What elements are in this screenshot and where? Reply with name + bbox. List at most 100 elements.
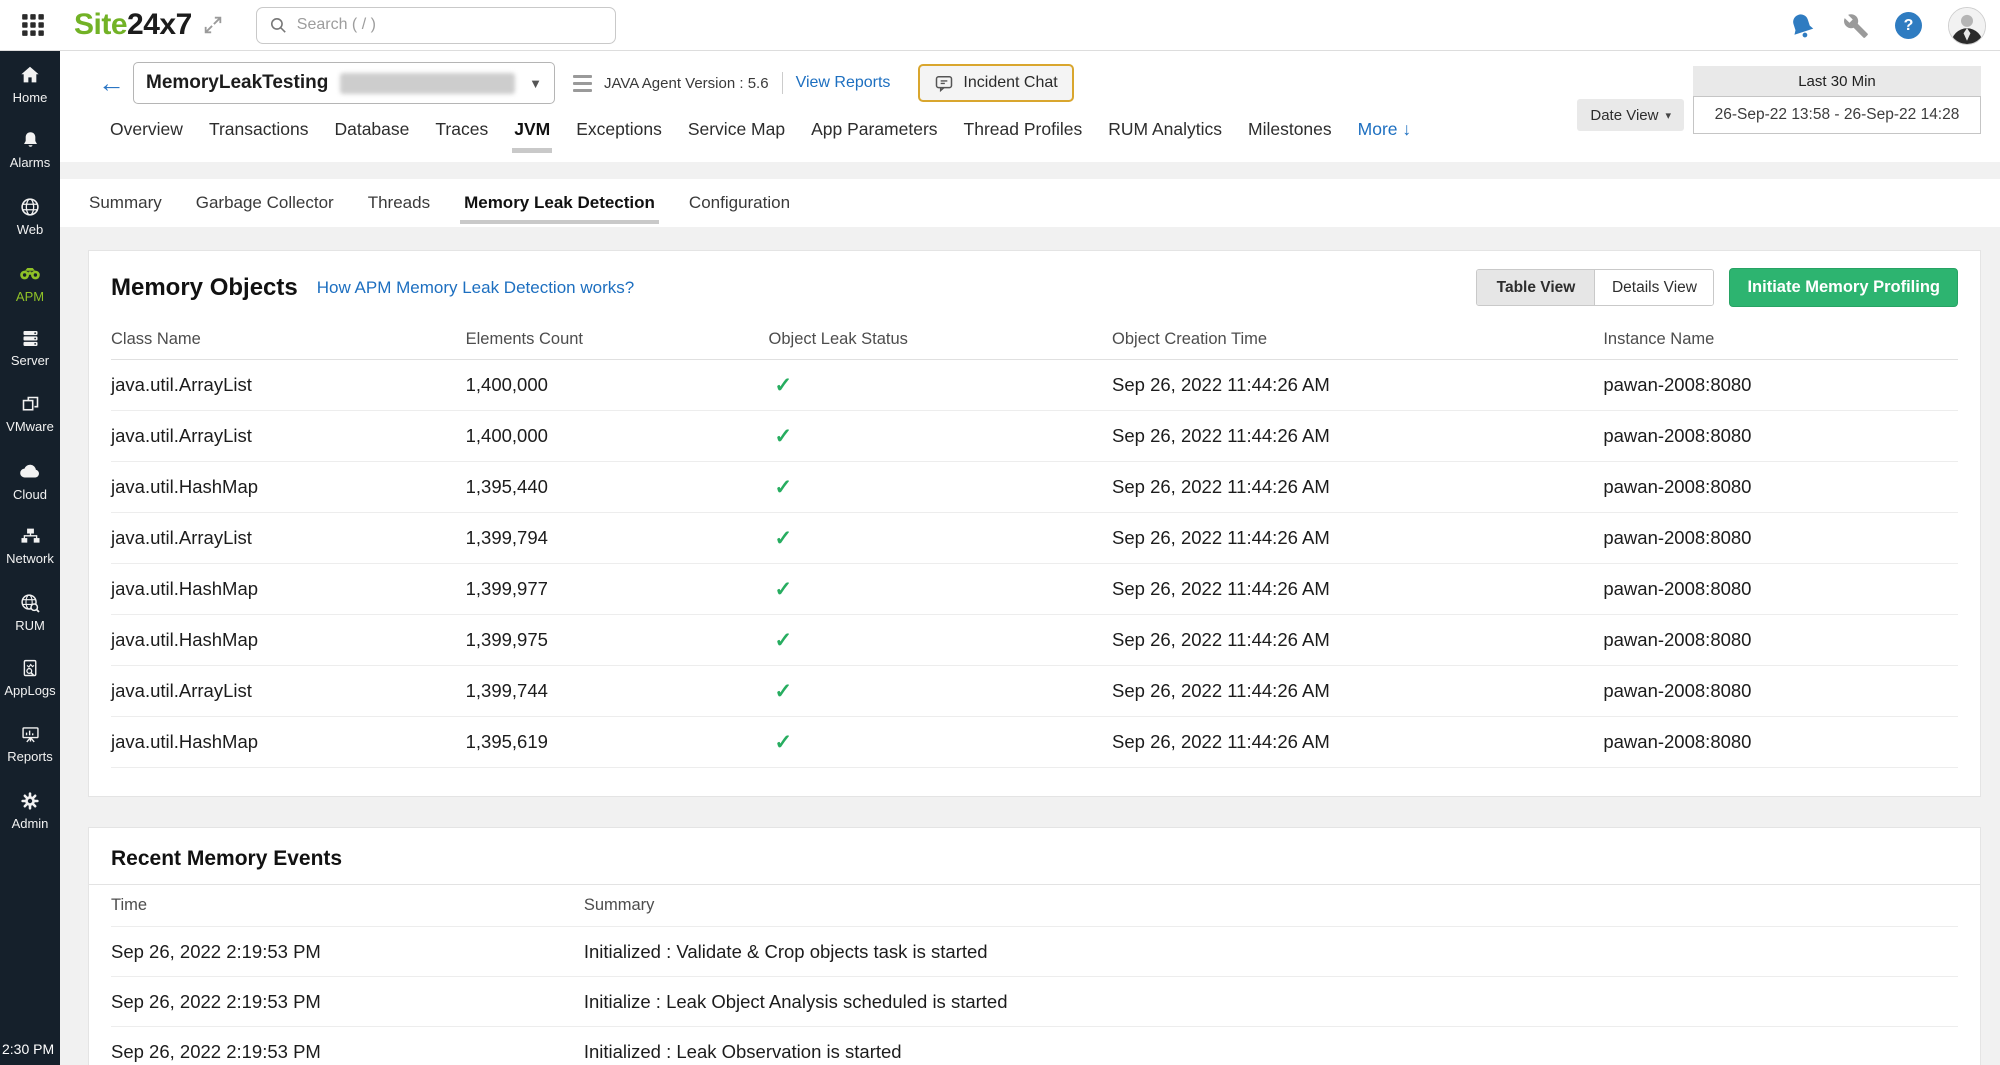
sidebar-item-label: Server <box>11 353 49 368</box>
sidebar-item-server[interactable]: Server <box>0 315 60 381</box>
monitor-select-dropdown[interactable]: MemoryLeakTesting ▼ <box>133 62 555 104</box>
memory-objects-title: Memory Objects <box>111 274 298 302</box>
expand-icon[interactable] <box>202 14 224 36</box>
site24x7-logo[interactable]: Site24x7 <box>74 8 192 42</box>
date-view-button[interactable]: Date View ▾ <box>1577 99 1684 131</box>
sidebar-item-web[interactable]: Web <box>0 183 60 249</box>
column-elements-count: Elements Count <box>466 330 769 349</box>
user-avatar[interactable] <box>1948 7 1986 45</box>
cloud-icon <box>18 459 42 483</box>
tab[interactable]: Traces <box>435 119 488 140</box>
instance-name-cell: pawan-2008:8080 <box>1603 425 1958 447</box>
sidebar-item-rum[interactable]: RUM <box>0 579 60 645</box>
sidebar-item-label: Reports <box>7 749 53 764</box>
event-row: Sep 26, 2022 2:19:53 PM Initialize : Lea… <box>111 977 1958 1027</box>
subtab[interactable]: Configuration <box>689 193 790 213</box>
tab[interactable]: Exceptions <box>576 119 662 140</box>
class-name-cell: java.util.HashMap <box>111 578 466 600</box>
table-row[interactable]: java.util.ArrayList 1,400,000 Sep 26, 20… <box>111 411 1958 462</box>
table-row[interactable]: java.util.HashMap 1,399,975 Sep 26, 2022… <box>111 615 1958 666</box>
sidebar-item-label: AppLogs <box>4 683 55 698</box>
details-view-toggle[interactable]: Details View <box>1595 270 1713 305</box>
search-input[interactable] <box>297 16 603 34</box>
tab[interactable]: App Parameters <box>811 119 937 140</box>
tab[interactable]: Overview <box>110 119 183 140</box>
alarm-bell-icon <box>20 130 41 151</box>
sidebar-item-label: APM <box>16 289 44 304</box>
sidebar-item-vmware[interactable]: VMware <box>0 381 60 447</box>
table-row[interactable]: java.util.ArrayList 1,399,794 Sep 26, 20… <box>111 513 1958 564</box>
sidebar-item-label: VMware <box>6 419 54 434</box>
table-row[interactable]: java.util.HashMap 1,395,619 Sep 26, 2022… <box>111 717 1958 768</box>
sidebar-item-alarms[interactable]: Alarms <box>0 117 60 183</box>
tab[interactable]: Database <box>334 119 409 140</box>
class-name-cell: java.util.HashMap <box>111 629 466 651</box>
events-table-header: Time Summary <box>111 885 1958 927</box>
chevron-down-icon: ▾ <box>1665 109 1671 122</box>
tab[interactable]: RUM Analytics <box>1108 119 1222 140</box>
subtab[interactable]: Memory Leak Detection <box>464 193 655 213</box>
sidebar-item-applogs[interactable]: AppLogs <box>0 645 60 711</box>
sidebar-item-apm[interactable]: APM <box>0 249 60 315</box>
home-icon <box>19 64 41 86</box>
back-arrow-icon[interactable]: ← <box>98 70 125 97</box>
tab[interactable]: Milestones <box>1248 119 1332 140</box>
logo-24x7: 24x7 <box>127 8 192 42</box>
creation-time-cell: Sep 26, 2022 11:44:26 AM <box>1112 374 1603 396</box>
class-name-cell: java.util.ArrayList <box>111 374 466 396</box>
sidebar-item-home[interactable]: Home <box>0 51 60 117</box>
redacted-text <box>340 73 515 94</box>
notifications-bell-icon[interactable] <box>1787 11 1817 41</box>
tab[interactable]: Thread Profiles <box>964 119 1083 140</box>
tab[interactable]: More ↓ <box>1358 119 1411 140</box>
chat-bubble-icon <box>934 73 954 93</box>
leak-status-ok-check-icon <box>769 424 793 449</box>
incident-chat-button[interactable]: Incident Chat <box>918 64 1073 102</box>
event-time-cell: Sep 26, 2022 2:19:53 PM <box>111 991 584 1013</box>
table-view-toggle[interactable]: Table View <box>1477 270 1595 305</box>
view-reports-link[interactable]: View Reports <box>796 74 891 92</box>
help-icon[interactable] <box>1895 12 1922 39</box>
class-name-cell: java.util.ArrayList <box>111 425 466 447</box>
tools-wrench-icon[interactable] <box>1843 13 1869 39</box>
leak-status-ok-check-icon <box>769 526 793 551</box>
event-summary-cell: Initialized : Leak Observation is starte… <box>584 1041 1958 1063</box>
incident-chat-label: Incident Chat <box>963 74 1057 92</box>
tab[interactable]: Transactions <box>209 119 309 140</box>
app-launcher-grid-icon[interactable] <box>16 8 50 42</box>
column-time: Time <box>111 896 584 915</box>
sidebar-item-network[interactable]: Network <box>0 513 60 579</box>
top-bar: Site24x7 <box>0 0 2000 51</box>
main-content: ← MemoryLeakTesting ▼ JAVA Agent Version… <box>60 51 2000 1065</box>
table-row[interactable]: java.util.HashMap 1,395,440 Sep 26, 2022… <box>111 462 1958 513</box>
table-row[interactable]: java.util.ArrayList 1,399,744 Sep 26, 20… <box>111 666 1958 717</box>
last-30-min-tab[interactable]: Last 30 Min <box>1693 66 1981 96</box>
table-row[interactable]: java.util.ArrayList 1,400,000 Sep 26, 20… <box>111 360 1958 411</box>
sidebar-item-reports[interactable]: Reports <box>0 711 60 777</box>
tab[interactable]: JVM <box>514 119 550 140</box>
instance-name-cell: pawan-2008:8080 <box>1603 527 1958 549</box>
monitor-name: MemoryLeakTesting <box>146 72 328 94</box>
creation-time-cell: Sep 26, 2022 11:44:26 AM <box>1112 680 1603 702</box>
elements-count-cell: 1,399,794 <box>466 527 769 549</box>
leak-status-cell <box>769 475 1113 500</box>
leak-status-cell <box>769 730 1113 755</box>
subtab[interactable]: Threads <box>368 193 430 213</box>
elements-count-cell: 1,400,000 <box>466 374 769 396</box>
subtab[interactable]: Garbage Collector <box>196 193 334 213</box>
subtab[interactable]: Summary <box>89 193 162 213</box>
initiate-memory-profiling-button[interactable]: Initiate Memory Profiling <box>1729 268 1958 307</box>
table-row[interactable]: java.util.HashMap 1,399,977 Sep 26, 2022… <box>111 564 1958 615</box>
sidebar-item-cloud[interactable]: Cloud <box>0 447 60 513</box>
column-class-name: Class Name <box>111 330 466 349</box>
search-icon <box>269 16 288 35</box>
memory-objects-table-body: java.util.ArrayList 1,400,000 Sep 26, 20… <box>89 360 1980 768</box>
class-name-cell: java.util.HashMap <box>111 731 466 753</box>
monitor-menu-icon[interactable] <box>573 75 592 92</box>
how-it-works-link[interactable]: How APM Memory Leak Detection works? <box>317 278 634 298</box>
sidebar-item-admin[interactable]: Admin <box>0 777 60 843</box>
column-instance-name: Instance Name <box>1603 330 1958 349</box>
tab[interactable]: Service Map <box>688 119 785 140</box>
date-range-picker[interactable]: 26-Sep-22 13:58 - 26-Sep-22 14:28 <box>1693 96 1981 134</box>
elements-count-cell: 1,395,619 <box>466 731 769 753</box>
